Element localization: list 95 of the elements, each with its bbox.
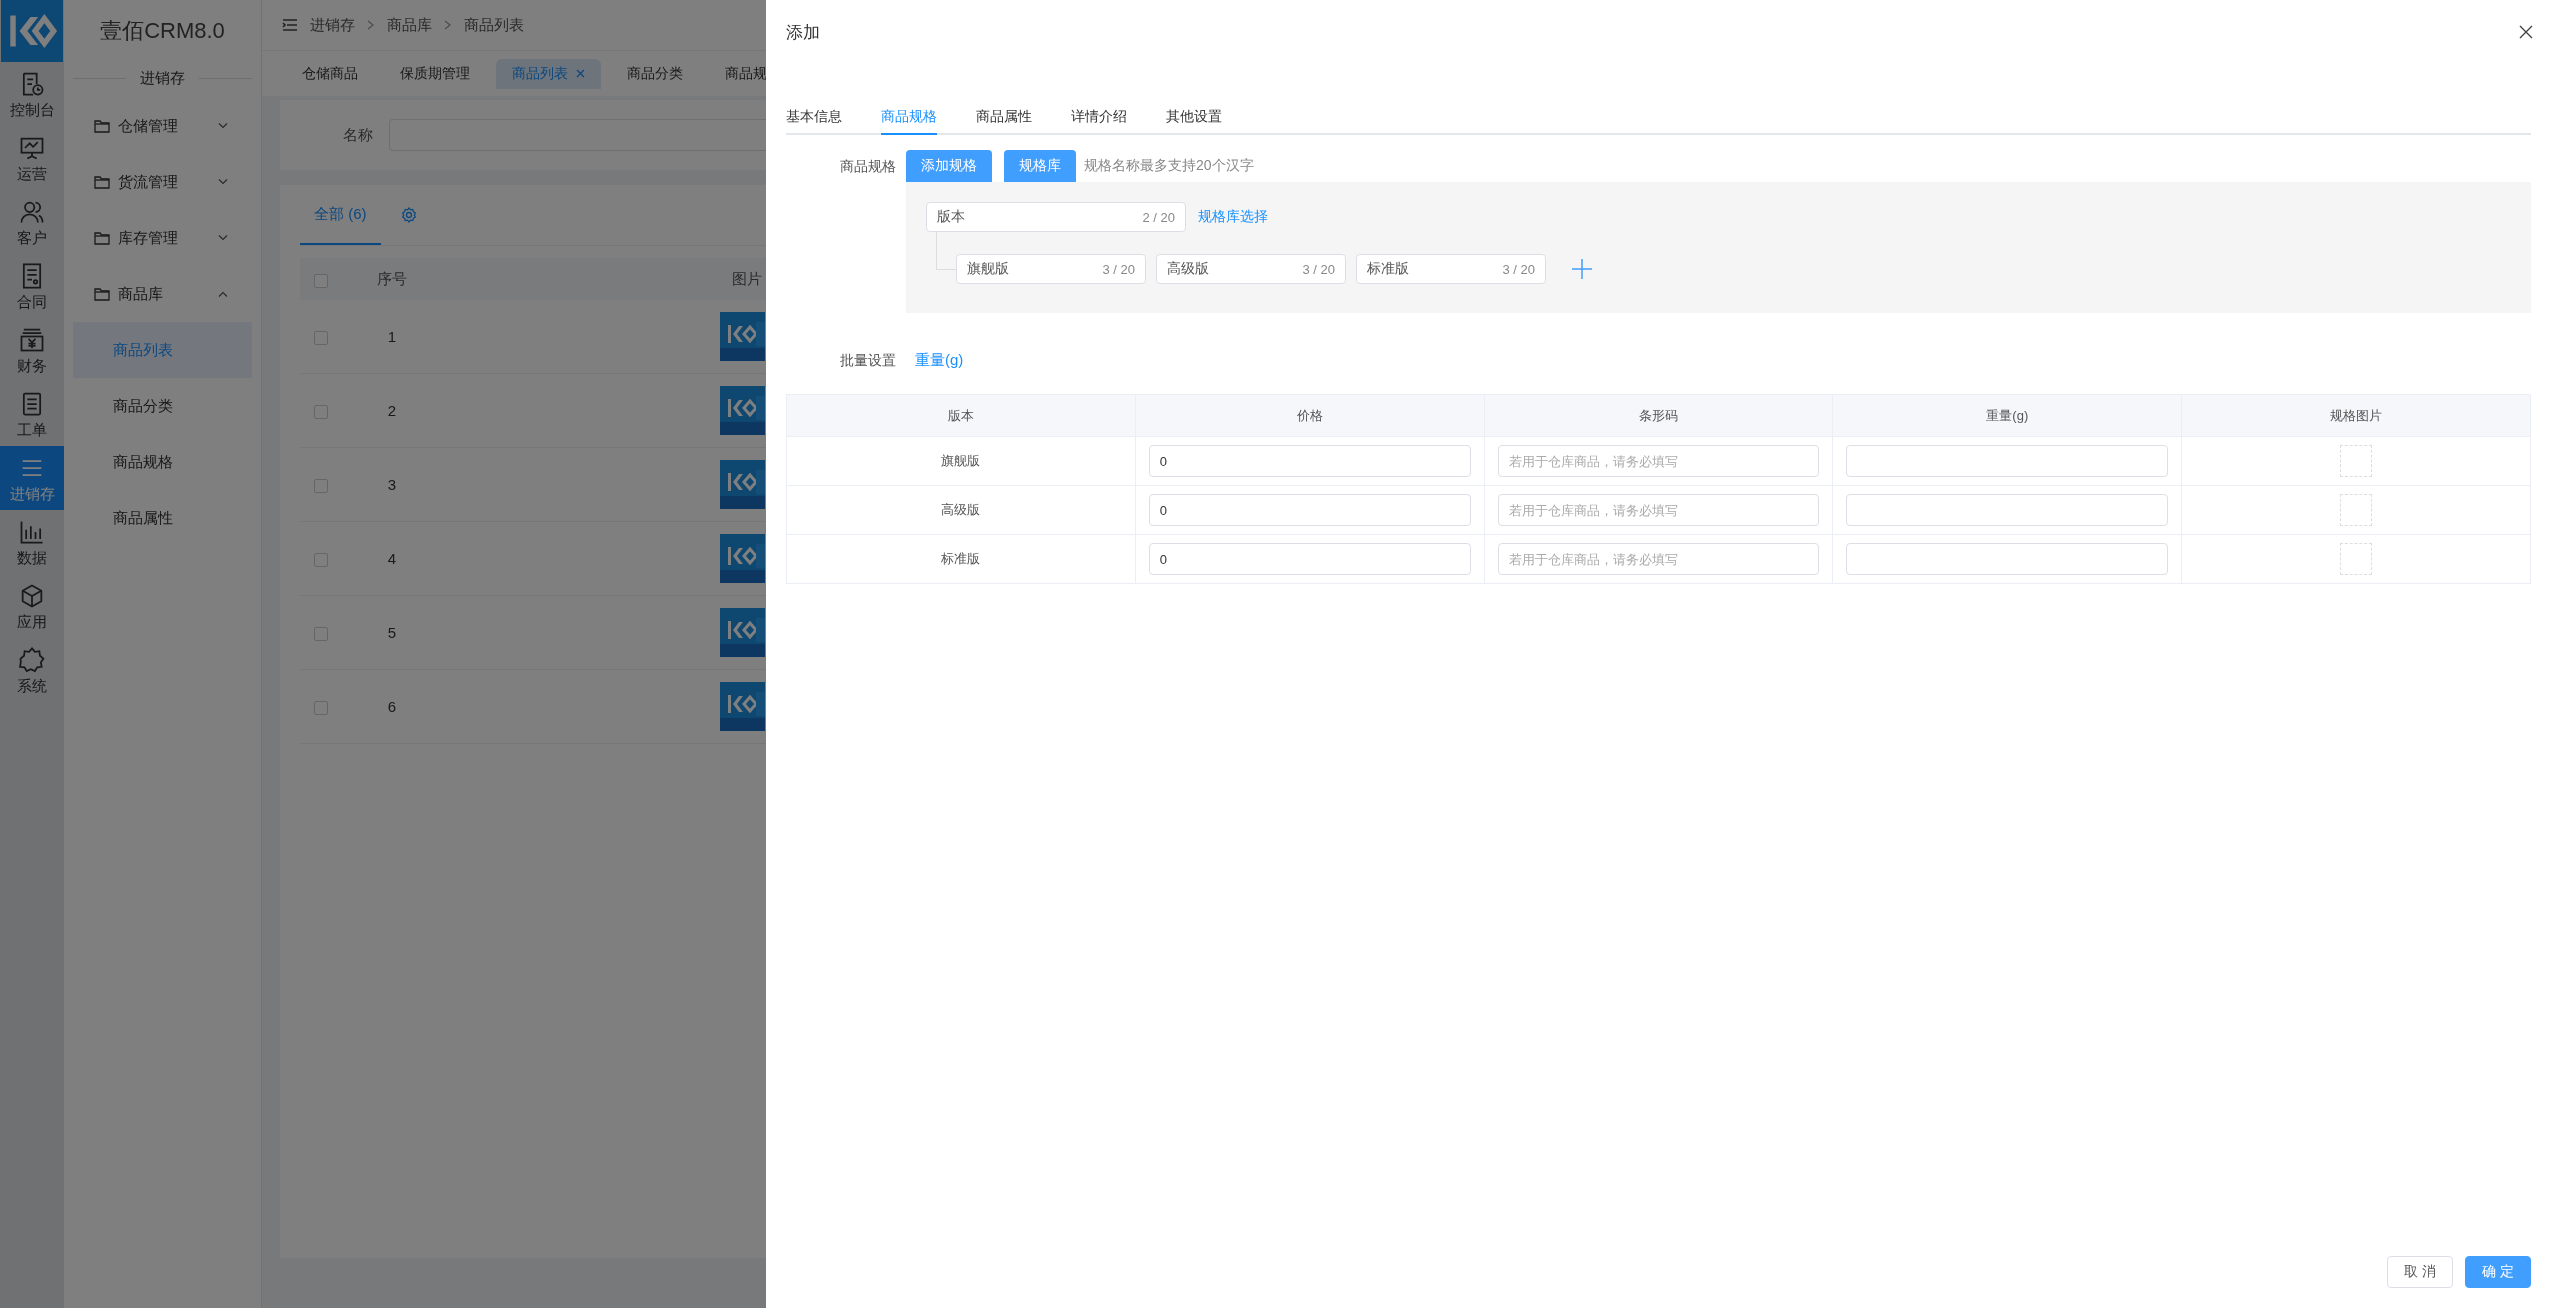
checkbox[interactable] (314, 331, 328, 345)
field-label: 商品规格 (839, 157, 896, 176)
spec-value-field[interactable]: 标准版 3 / 20 (1356, 254, 1546, 284)
checkbox[interactable] (314, 627, 328, 641)
add-icon[interactable] (1572, 259, 1592, 279)
price-field[interactable]: 0 (1148, 445, 1471, 477)
menu-group[interactable]: 商品库 (73, 266, 252, 322)
table-cell: 旗舰版 (786, 436, 1136, 486)
drawer-title: 添加 (786, 21, 820, 44)
table-cell: 2 (342, 373, 442, 448)
folder-icon (94, 287, 110, 301)
folder-icon (94, 175, 110, 189)
column-header: 序号 (342, 258, 442, 300)
price-field[interactable]: 0 (1148, 543, 1471, 575)
page-tab[interactable]: 商品规 (709, 58, 766, 89)
library-link[interactable]: 规格库选择 (1198, 208, 1268, 226)
table-cell: 3 (342, 447, 442, 522)
tab[interactable]: 商品规格 (881, 100, 937, 135)
menu-item[interactable]: 商品属性 (73, 490, 252, 546)
breadcrumb-item[interactable]: 商品库 (387, 15, 432, 35)
column-header: 价格 (1135, 394, 1485, 437)
table-cell: 标准版 (786, 534, 1136, 584)
chevron-right-icon (367, 20, 375, 30)
spec-value-field[interactable]: 旗舰版 3 / 20 (956, 254, 1146, 284)
menu-group[interactable]: 货流管理 (73, 154, 252, 210)
nav-item[interactable]: 财务 (0, 318, 64, 382)
cancel-button[interactable]: 取消 (2387, 1256, 2453, 1288)
tab[interactable]: 商品属性 (976, 100, 1032, 135)
nav-item[interactable]: 数据 (0, 510, 64, 574)
section-title: 进销存 (140, 68, 185, 88)
breadcrumb-item[interactable]: 商品列表 (464, 15, 524, 35)
table-cell: 高级版 (786, 485, 1136, 535)
weight-field[interactable] (1846, 494, 2169, 526)
folder-icon (94, 119, 110, 133)
filter-tab[interactable]: 全部 (6) (300, 185, 381, 245)
app-title: 壹佰CRM8.0 (99, 17, 226, 45)
breadcrumb-item[interactable]: 进销存 (310, 15, 355, 35)
chevron-right-icon (444, 20, 452, 30)
barcode-field[interactable]: 若用于仓库商品，请务必填写 (1497, 445, 1820, 477)
checkbox[interactable] (314, 405, 328, 419)
column-header: 重量(g) (1832, 394, 2182, 437)
nav-item[interactable]: 运营 (0, 126, 64, 190)
column-header: 版本 (786, 394, 1136, 437)
image-upload[interactable] (2340, 445, 2373, 477)
field-label: 批量设置 (839, 351, 896, 370)
menu-group[interactable]: 库存管理 (73, 210, 252, 266)
field-label: 名称 (343, 125, 373, 145)
barcode-field[interactable]: 若用于仓库商品，请务必填写 (1497, 494, 1820, 526)
image-upload[interactable] (2340, 543, 2373, 575)
hint-text: 规格名称最多支持20个汉字 (1084, 157, 1254, 175)
nav-item[interactable]: 进销存 (0, 446, 64, 510)
barcode-field[interactable]: 若用于仓库商品，请务必填写 (1497, 543, 1820, 575)
action-button[interactable]: 添加规格 (906, 150, 992, 182)
weight-field[interactable] (1846, 445, 2169, 477)
checkbox[interactable] (314, 479, 328, 493)
column-header: 图片 (712, 258, 766, 300)
column-header: 规格图片 (2181, 394, 2531, 437)
table-cell: 6 (342, 669, 442, 744)
tab[interactable]: 其他设置 (1166, 100, 1222, 135)
table-cell: 1 (342, 300, 442, 374)
page-tab[interactable]: 商品分类 (611, 58, 699, 89)
checkbox[interactable] (314, 701, 328, 715)
batch-link[interactable]: 重量(g) (915, 351, 964, 370)
spec-value-field[interactable]: 高级版 3 / 20 (1156, 254, 1346, 284)
confirm-button[interactable]: 确定 (2465, 1256, 2531, 1288)
menu-icon[interactable] (282, 18, 298, 32)
table-cell: 4 (342, 521, 442, 596)
spec-name-field[interactable]: 版本 2 / 20 (926, 202, 1186, 232)
image-upload[interactable] (2340, 494, 2373, 526)
name-field[interactable] (389, 119, 766, 151)
close-icon[interactable] (2519, 25, 2533, 39)
nav-item[interactable]: 控制台 (0, 62, 64, 126)
settings-icon (18, 645, 46, 674)
table-cell: 5 (342, 595, 442, 670)
nav-item[interactable]: 应用 (0, 574, 64, 638)
logo-icon[interactable] (0, 0, 64, 62)
nav-item[interactable]: 工单 (0, 382, 64, 446)
checkbox[interactable] (314, 273, 328, 288)
tab[interactable]: 基本信息 (786, 100, 842, 135)
menu-item[interactable]: 商品规格 (73, 434, 252, 490)
action-button[interactable]: 规格库 (1004, 150, 1076, 182)
page-tab[interactable]: 保质期管理 (384, 58, 486, 89)
tab[interactable]: 详情介绍 (1071, 100, 1127, 135)
menu-item[interactable]: 商品分类 (73, 378, 252, 434)
checkbox[interactable] (314, 553, 328, 567)
nav-item[interactable]: 系统 (0, 638, 64, 702)
folder-icon (94, 231, 110, 245)
nav-item[interactable]: 客户 (0, 190, 64, 254)
price-field[interactable]: 0 (1148, 494, 1471, 526)
weight-field[interactable] (1846, 543, 2169, 575)
menu-group[interactable]: 仓储管理 (73, 98, 252, 154)
nav-item[interactable]: 合同 (0, 254, 64, 318)
page-tab[interactable]: 仓储商品 (286, 58, 374, 89)
column-header: 条形码 (1484, 394, 1833, 437)
settings-icon[interactable] (400, 207, 417, 223)
